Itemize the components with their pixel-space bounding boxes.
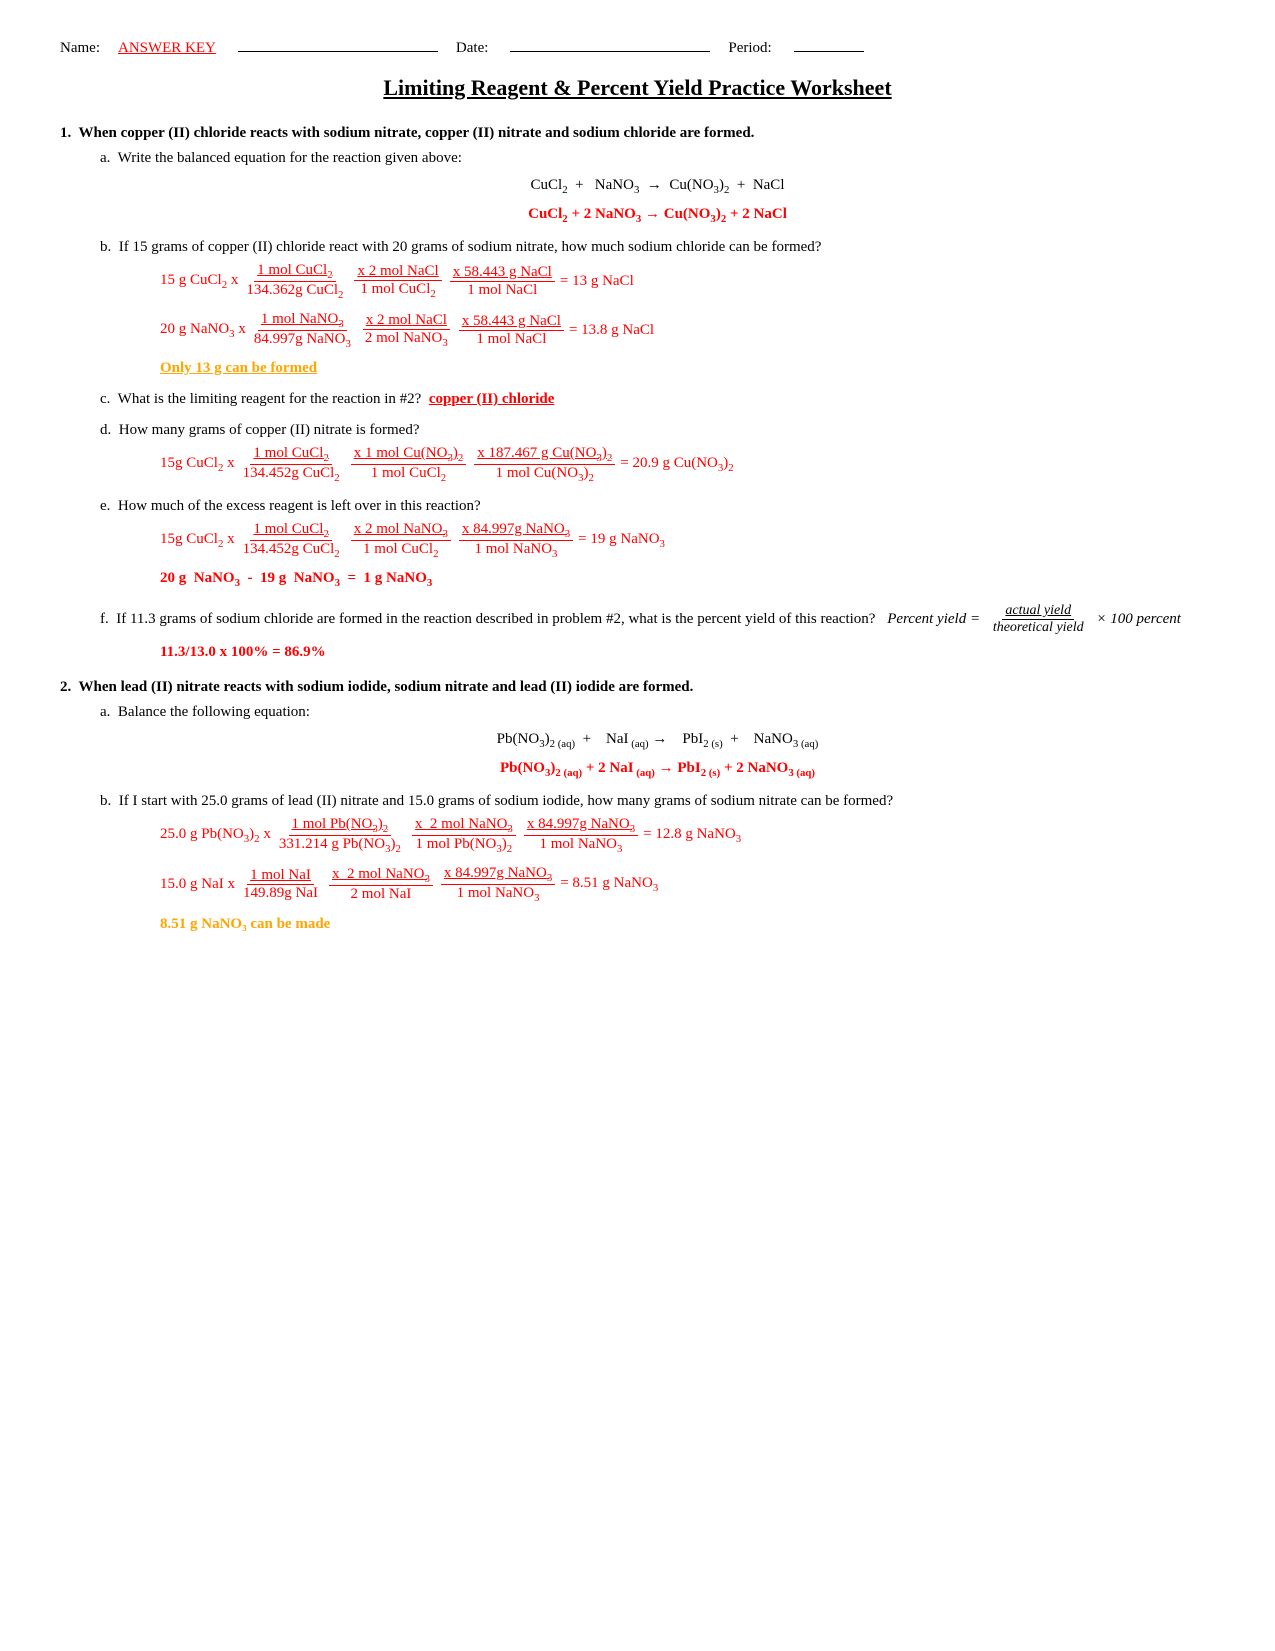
q1-text: When copper (II) chloride reacts with so… — [78, 125, 754, 141]
q1b-calc1: 15 g CuCl2 x 1 mol CuCl2 134.362g CuCl2 … — [160, 262, 1215, 301]
q1c-text: What is the limiting reagent for the rea… — [118, 391, 422, 407]
q2-label: 2. — [60, 679, 71, 695]
q1a-eq-unbalanced: CuCl2 + NaNO3 → Cu(NO3)2 + NaCl — [100, 177, 1215, 196]
answer-key: ANSWER KEY — [118, 40, 216, 57]
q1d-label: d. — [100, 422, 111, 438]
q1f-label: f. — [100, 611, 109, 627]
q1e-label: e. — [100, 498, 110, 514]
name-label: Name: — [60, 40, 100, 57]
q1d-text: How many grams of copper (II) nitrate is… — [119, 422, 420, 438]
q2b-text: If I start with 25.0 grams of lead (II) … — [119, 793, 893, 809]
q2-text: When lead (II) nitrate reacts with sodiu… — [78, 679, 693, 695]
date-blank — [510, 51, 710, 52]
q2-main: 2. When lead (II) nitrate reacts with so… — [60, 679, 1215, 696]
q1f-text: If 11.3 grams of sodium chloride are for… — [116, 611, 875, 627]
q2a: a. Balance the following equation: Pb(NO… — [100, 704, 1215, 779]
q1c: c. What is the limiting reagent for the … — [100, 391, 1215, 408]
q1e-calc: 15g CuCl2 x 1 mol CuCl2 134.452g CuCl2 x… — [160, 521, 1215, 560]
q1c-label: c. — [100, 391, 110, 407]
q1-main: 1. When copper (II) chloride reacts with… — [60, 125, 1215, 142]
period-label: Period: — [728, 40, 771, 57]
q1f-answer: 11.3/13.0 x 100% = 86.9% — [160, 644, 1215, 661]
date-label: Date: — [456, 40, 488, 57]
q2a-eq-balanced: Pb(NO3)2 (aq) + 2 NaI (aq) → PbI2 (s) + … — [100, 760, 1215, 779]
q2b-label: b. — [100, 793, 111, 809]
q1b-label: b. — [100, 239, 111, 255]
q1b-only: Only 13 g can be formed — [160, 360, 1215, 377]
q1b-calc2: 20 g NaNO3 x 1 mol NaNO3 84.997g NaNO3 x… — [160, 311, 1215, 350]
name-blank — [238, 51, 438, 52]
q1a-label: a. — [100, 150, 110, 166]
q1a: a. Write the balanced equation for the r… — [100, 150, 1215, 225]
q2a-eq-unbalanced: Pb(NO3)2 (aq) + NaI (aq) → PbI2 (s) + Na… — [100, 731, 1215, 750]
q1a-eq-balanced: CuCl2 + 2 NaNO3 → Cu(NO3)2 + 2 NaCl — [100, 206, 1215, 225]
period-blank — [794, 51, 864, 52]
q1e-final: 20 g NaNO3 - 19 g NaNO3 = 1 g NaNO3 — [160, 570, 1215, 589]
q1e-text: How much of the excess reagent is left o… — [118, 498, 481, 514]
q1b-text: If 15 grams of copper (II) chloride reac… — [119, 239, 822, 255]
q1f: f. If 11.3 grams of sodium chloride are … — [100, 603, 1215, 661]
question-1: 1. When copper (II) chloride reacts with… — [60, 125, 1215, 661]
q1d: d. How many grams of copper (II) nitrate… — [100, 422, 1215, 484]
q2b-calc1: 25.0 g Pb(NO3)2 x 1 mol Pb(NO3)2 331.214… — [160, 816, 1215, 855]
q2b: b. If I start with 25.0 grams of lead (I… — [100, 793, 1215, 933]
question-2: 2. When lead (II) nitrate reacts with so… — [60, 679, 1215, 933]
q1d-calc: 15g CuCl2 x 1 mol CuCl2 134.452g CuCl2 x… — [160, 445, 1215, 484]
q1-label: 1. — [60, 125, 71, 141]
q1c-answer: copper (II) chloride — [429, 391, 555, 407]
q1a-text: Write the balanced equation for the reac… — [118, 150, 462, 166]
q2a-label: a. — [100, 704, 110, 720]
header: Name: ANSWER KEY Date: Period: — [60, 40, 1215, 57]
q2a-text: Balance the following equation: — [118, 704, 310, 720]
q2b-calc2: 15.0 g NaI x 1 mol NaI 149.89g NaI x 2 m… — [160, 865, 1215, 904]
q2b-final: 8.51 g NaNO₃ can be made — [160, 916, 1215, 933]
q1b: b. If 15 grams of copper (II) chloride r… — [100, 239, 1215, 377]
q1e: e. How much of the excess reagent is lef… — [100, 498, 1215, 589]
page-title: Limiting Reagent & Percent Yield Practic… — [60, 75, 1215, 101]
